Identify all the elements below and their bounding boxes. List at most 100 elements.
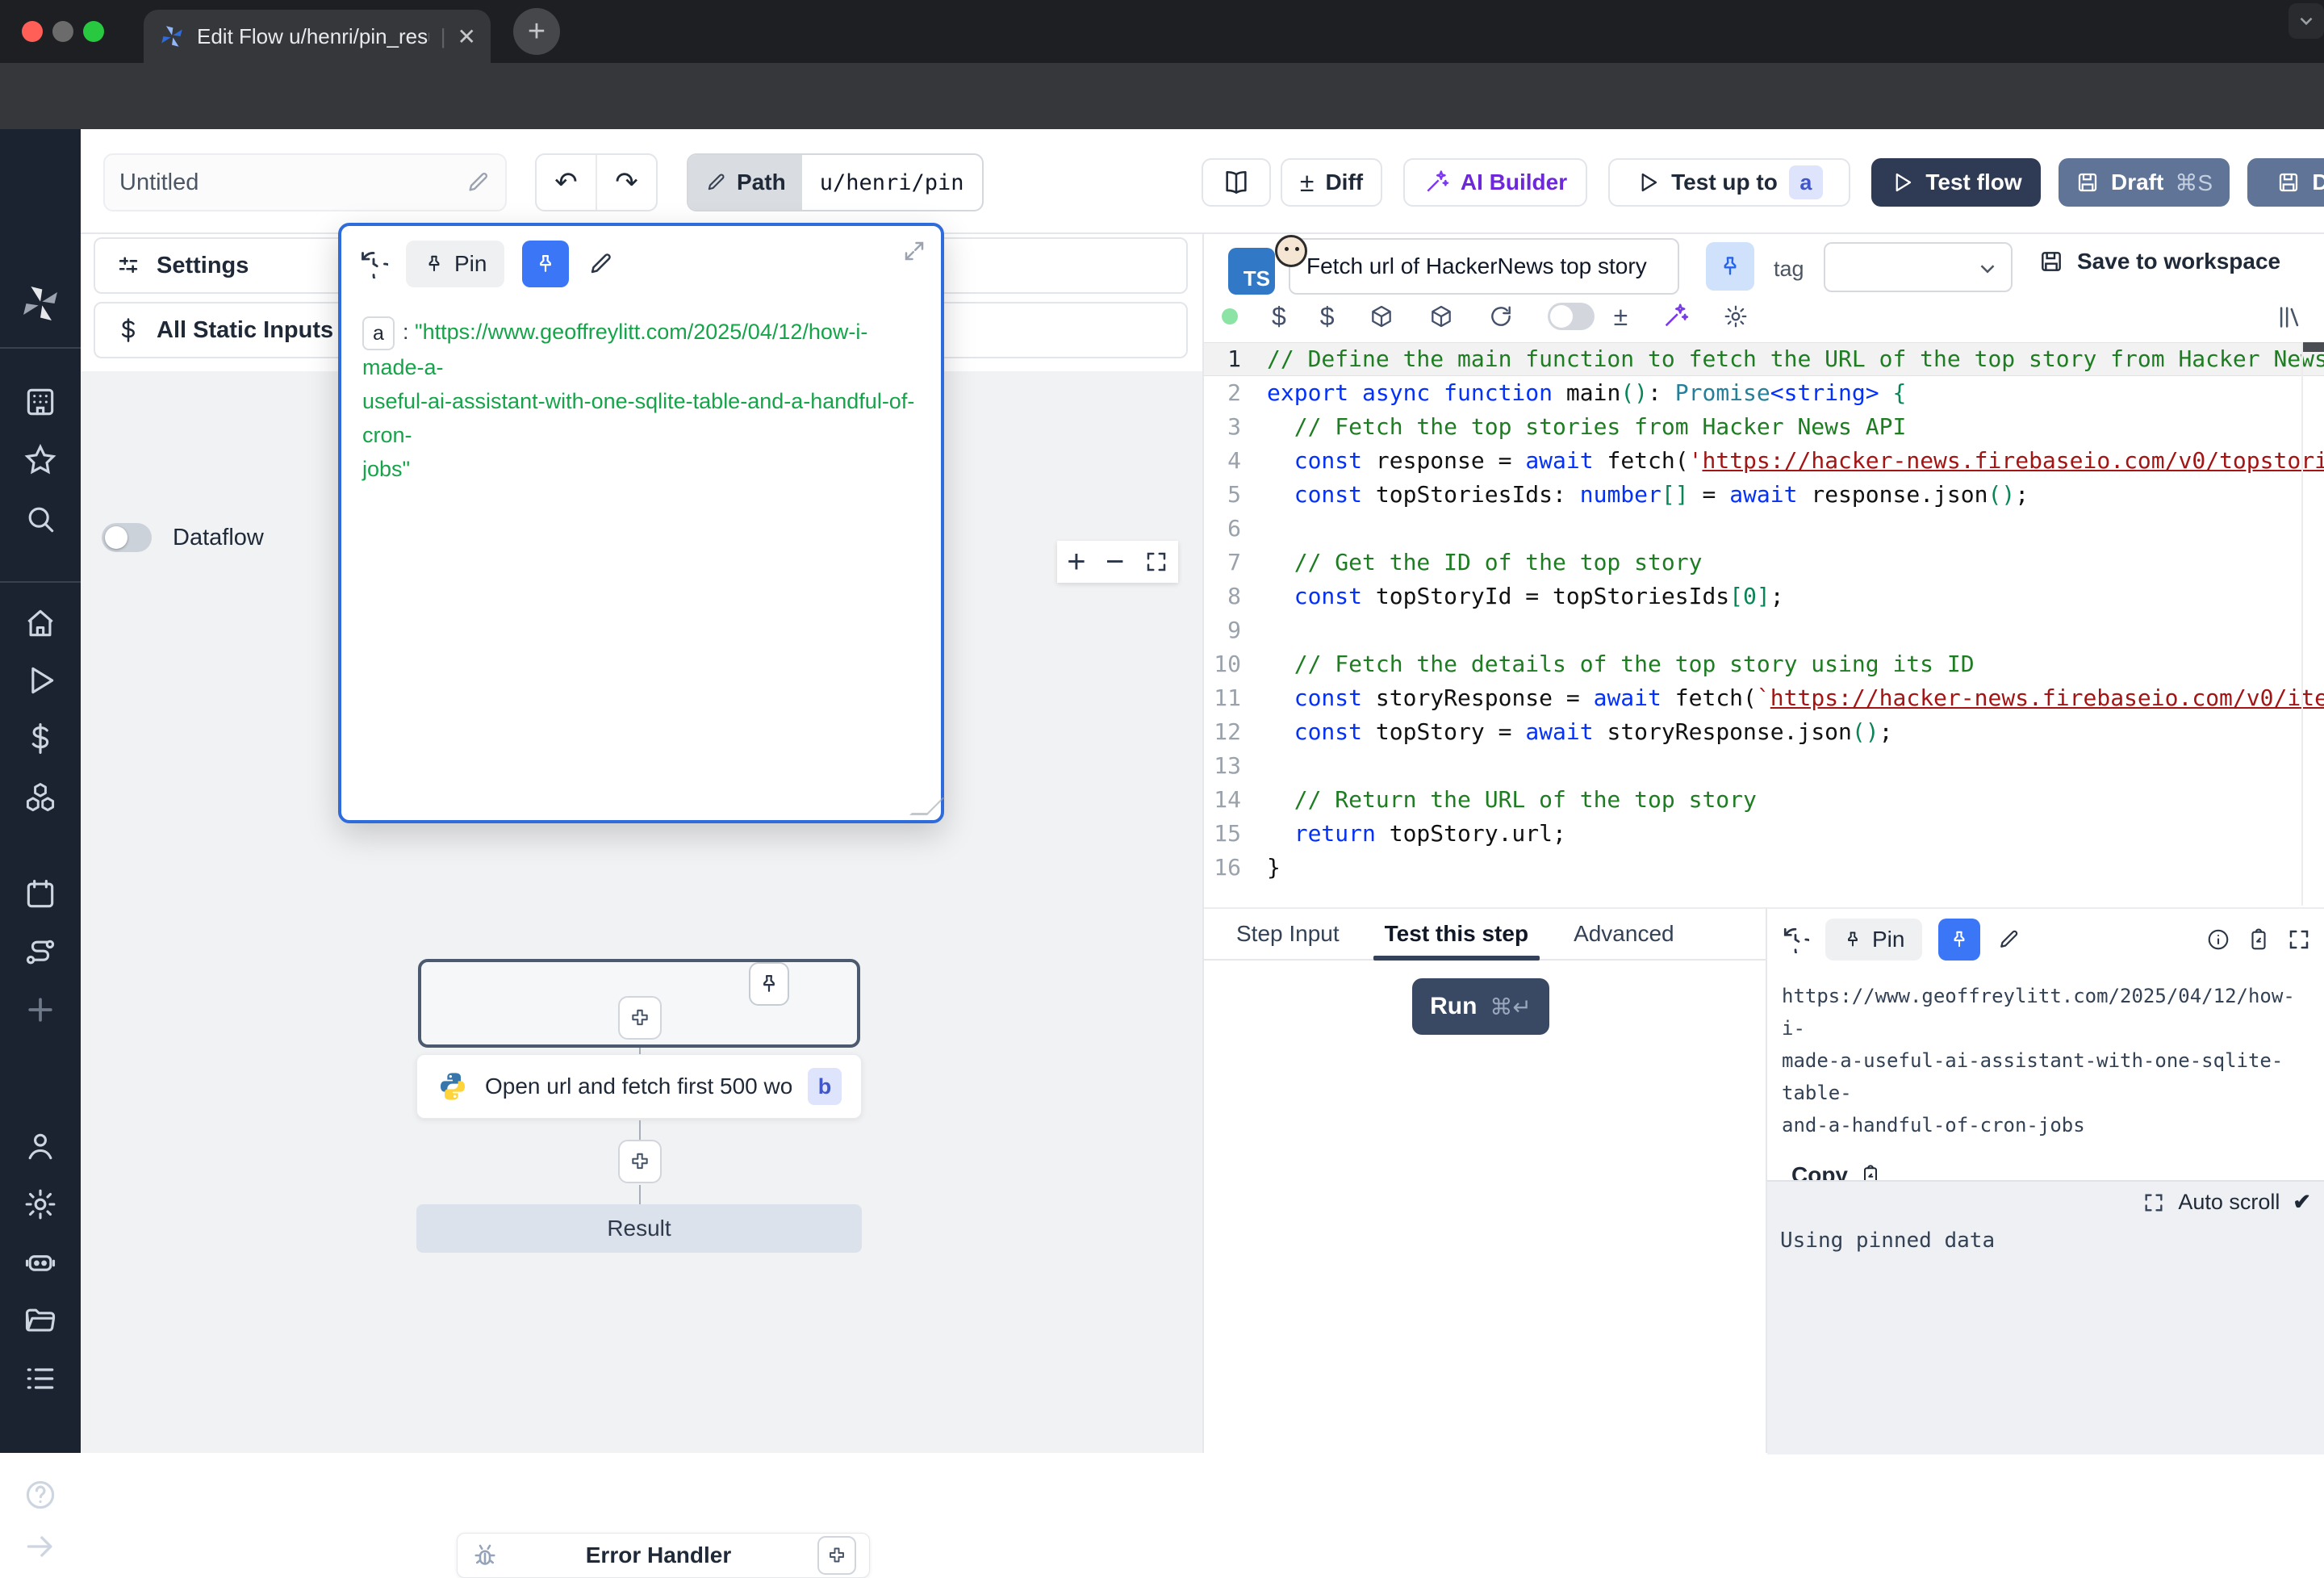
add-step-button[interactable] — [618, 996, 662, 1040]
error-handler-node[interactable]: Error Handler — [457, 1533, 870, 1578]
fit-view-icon[interactable] — [1144, 550, 1168, 574]
edit-pencil-icon[interactable] — [1996, 927, 2021, 952]
test-up-to-button[interactable]: Test up to a — [1608, 158, 1850, 207]
dataflow-toggle[interactable] — [102, 523, 152, 552]
sidebar-item-runs[interactable] — [23, 663, 58, 698]
code-line[interactable]: 5 const topStoriesIds: number[] = await … — [1204, 478, 2324, 512]
code-line[interactable]: 2export async function main(): Promise<s… — [1204, 376, 2324, 410]
step-pin-button[interactable] — [1706, 242, 1754, 291]
help-icon[interactable] — [23, 1477, 58, 1513]
diff-icon[interactable]: ± — [1614, 302, 1628, 332]
test-flow-button[interactable]: Test flow — [1871, 158, 2041, 207]
sidebar-item-workspace[interactable] — [23, 384, 58, 420]
sidebar-item-schedules[interactable] — [23, 877, 58, 912]
deploy-button[interactable]: Deploy — [2247, 158, 2324, 207]
docs-book-button[interactable] — [1202, 158, 1271, 207]
collapse-sidebar-icon[interactable] — [23, 1529, 58, 1564]
tab-advanced[interactable]: Advanced — [1574, 909, 1674, 959]
window-zoom-button[interactable] — [83, 21, 104, 42]
code-line[interactable]: 12 const topStory = await storyResponse.… — [1204, 715, 2324, 749]
sidebar-item-favorites[interactable] — [23, 442, 58, 478]
ai-builder-button[interactable]: AI Builder — [1403, 158, 1587, 207]
auto-scroll-control[interactable]: Auto scroll ✔ — [2142, 1190, 2311, 1215]
code-line[interactable]: 13 — [1204, 749, 2324, 783]
sidebar-item-account[interactable] — [23, 1128, 58, 1164]
history-icon[interactable] — [359, 249, 388, 278]
sidebar-item-workers[interactable] — [23, 1245, 58, 1280]
fullscreen-icon[interactable] — [2287, 927, 2311, 952]
redo-icon[interactable]: ↷ — [597, 155, 656, 210]
editor-toggle[interactable] — [1548, 303, 1595, 330]
add-error-handler-button[interactable] — [817, 1536, 856, 1575]
code-line[interactable]: 6 — [1204, 512, 2324, 546]
sidebar-item-add[interactable] — [23, 992, 58, 1028]
ai-wand-icon[interactable] — [1661, 303, 1689, 330]
sidebar-item-flows[interactable] — [23, 935, 58, 970]
diff-button[interactable]: ± Diff — [1281, 158, 1382, 207]
sidebar-item-logs[interactable] — [23, 1361, 58, 1396]
code-line[interactable]: 10 // Fetch the details of the top story… — [1204, 647, 2324, 681]
node-pin-badge[interactable] — [749, 962, 789, 1006]
sidebar-item-settings[interactable] — [23, 1187, 58, 1222]
flow-name-input[interactable]: Untitled — [103, 153, 507, 211]
undo-icon[interactable]: ↶ — [537, 155, 596, 210]
sidebar-item-folders[interactable] — [23, 1303, 58, 1338]
gear-icon[interactable] — [1723, 303, 1749, 329]
pin-button[interactable]: Pin — [406, 241, 504, 287]
package-icon[interactable] — [1369, 303, 1394, 329]
popup-resize-handle[interactable] — [909, 797, 945, 815]
browser-tab[interactable]: Edit Flow u/henri/pin_results | ✕ — [144, 10, 491, 63]
result-node[interactable]: Result — [416, 1204, 862, 1253]
add-step-button[interactable] — [618, 1140, 662, 1183]
draft-button[interactable]: Draft ⌘S — [2059, 158, 2230, 207]
sidebar-item-home[interactable] — [23, 605, 58, 641]
flow-path-chip[interactable]: Path u/henri/pin — [687, 153, 984, 211]
sidebar-item-search[interactable] — [23, 501, 58, 537]
sidebar-item-variables[interactable] — [23, 721, 58, 756]
tab-search-chevron-icon[interactable] — [2288, 3, 2324, 39]
result-value[interactable]: https://www.geoffreylitt.com/2025/04/12/… — [1767, 961, 2324, 1141]
tag-select[interactable] — [1824, 242, 2013, 292]
code-line[interactable]: 14 // Return the URL of the top story — [1204, 783, 2324, 817]
package-icon[interactable] — [1428, 303, 1454, 329]
code-line[interactable]: 7 // Get the ID of the top story — [1204, 546, 2324, 580]
variables-icon[interactable]: $ — [1272, 302, 1286, 332]
sidebar-item-resources[interactable] — [23, 780, 58, 815]
clipboard-icon[interactable] — [2247, 927, 2271, 952]
minimap-slider[interactable] — [2303, 342, 2324, 352]
tab-step-input[interactable]: Step Input — [1236, 909, 1340, 959]
refresh-icon[interactable] — [1488, 303, 1514, 329]
zoom-out-icon[interactable]: − — [1106, 544, 1124, 580]
code-line[interactable]: 16} — [1204, 851, 2324, 885]
code-line[interactable]: 15 return topStory.url; — [1204, 817, 2324, 851]
flow-step-node-b[interactable]: Open url and fetch first 500 words of ..… — [416, 1054, 862, 1119]
tab-close-icon[interactable]: ✕ — [458, 23, 476, 50]
expand-popup-icon[interactable] — [902, 239, 926, 263]
edit-pencil-icon[interactable] — [587, 250, 614, 278]
info-icon[interactable] — [2206, 927, 2230, 952]
code-line[interactable]: 9 — [1204, 613, 2324, 647]
new-tab-button[interactable]: + — [513, 8, 560, 55]
code-editor[interactable]: 1// Define the main function to fetch th… — [1204, 342, 2324, 906]
code-line[interactable]: 4 const response = await fetch('https://… — [1204, 444, 2324, 478]
code-line[interactable]: 3 // Fetch the top stories from Hacker N… — [1204, 410, 2324, 444]
library-icon[interactable] — [2276, 303, 2303, 331]
step-name-input[interactable]: Fetch url of HackerNews top story — [1289, 238, 1679, 295]
pinned-json-value[interactable]: a: "https://www.geoffreylitt.com/2025/04… — [341, 287, 941, 513]
window-minimize-button[interactable] — [52, 21, 73, 42]
window-close-button[interactable] — [22, 21, 43, 42]
code-line[interactable]: 1// Define the main function to fetch th… — [1204, 342, 2324, 376]
zoom-in-icon[interactable]: + — [1067, 544, 1085, 580]
code-line[interactable]: 11 const storyResponse = await fetch(`ht… — [1204, 681, 2324, 715]
pinned-toggle-active[interactable] — [522, 241, 569, 287]
save-to-workspace-button[interactable]: Save to workspace — [2038, 249, 2280, 274]
windmill-logo[interactable] — [18, 281, 63, 326]
resources-icon[interactable]: $ — [1320, 302, 1335, 332]
history-icon[interactable] — [1782, 926, 1809, 953]
tab-test-this-step[interactable]: Test this step — [1385, 909, 1528, 959]
run-button[interactable]: Run ⌘↵ — [1412, 978, 1549, 1035]
code-line[interactable]: 8 const topStoryId = topStoriesIds[0]; — [1204, 580, 2324, 613]
pinned-toggle-active[interactable] — [1938, 919, 1980, 961]
edit-name-pencil-icon[interactable] — [465, 170, 491, 195]
pin-button[interactable]: Pin — [1825, 919, 1922, 961]
